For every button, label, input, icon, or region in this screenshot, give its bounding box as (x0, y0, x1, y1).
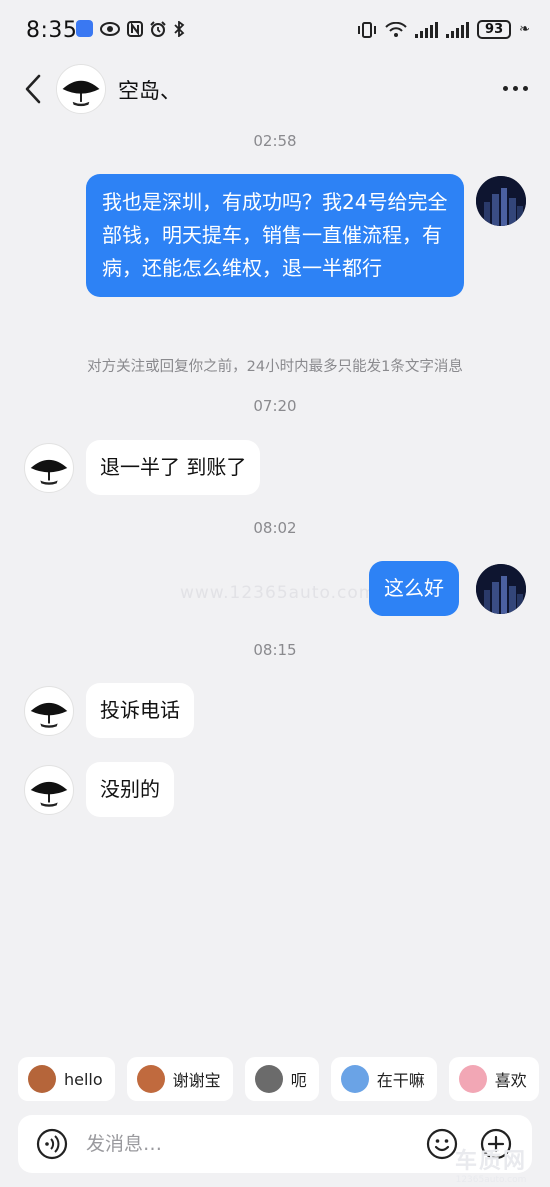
contact-avatar[interactable] (24, 686, 74, 736)
wifi-icon (385, 21, 407, 37)
voice-icon[interactable] (36, 1128, 68, 1160)
incoming-message[interactable]: 没别的 (86, 762, 174, 817)
message-input[interactable] (86, 1115, 416, 1173)
my-avatar[interactable] (476, 176, 526, 226)
site-watermark: www.12365auto.com (180, 583, 377, 603)
timestamp: 07:20 (253, 397, 297, 415)
quick-reply-chip[interactable]: 喜欢 (448, 1057, 539, 1101)
nfc-icon (127, 20, 143, 37)
bluetooth-icon (174, 20, 185, 37)
message-limit-notice: 对方关注或回复你之前，24小时内最多只能发1条文字消息 (87, 359, 463, 375)
contact-avatar[interactable] (56, 64, 106, 114)
outgoing-message[interactable]: 这么好 (369, 561, 459, 616)
contact-name[interactable]: 空岛、 (118, 75, 181, 105)
outgoing-message[interactable]: 我也是深圳，有成功吗？我24号给完全部钱，明天提车，销售一直催流程，有病，还能怎… (86, 174, 464, 297)
quick-reply-chip[interactable]: 呃 (244, 1057, 319, 1101)
incoming-message[interactable]: 投诉电话 (86, 683, 194, 738)
contact-avatar[interactable] (24, 765, 74, 815)
monkey-emoji-icon (28, 1065, 56, 1093)
quick-reply-label: 喜欢 (494, 1071, 527, 1090)
quick-reply-chip[interactable]: 在干嘛 (330, 1057, 437, 1101)
alarm-icon (150, 20, 166, 37)
contact-avatar[interactable] (24, 443, 74, 493)
chat-header: 空岛、 (0, 62, 550, 116)
timestamp: 08:02 (253, 519, 297, 537)
my-avatar[interactable] (476, 564, 526, 614)
leaf-icon: ❧ (519, 22, 530, 37)
smiley-icon[interactable] (426, 1128, 458, 1160)
status-bar: 8:35 93 ❧ (0, 0, 550, 62)
battery-indicator: 93 (477, 20, 512, 39)
chevron-left-icon[interactable] (22, 72, 44, 106)
status-time: 8:35 (26, 18, 78, 43)
quick-reply-bar: hello 谢谢宝 呃 在干嘛 喜欢 (18, 1057, 550, 1101)
quick-reply-chip[interactable]: hello (18, 1057, 115, 1101)
signal-icon (446, 21, 470, 38)
quick-reply-label: 谢谢宝 (172, 1071, 221, 1090)
monkey-flower-emoji-icon (136, 1065, 165, 1093)
app-badge-icon (76, 20, 93, 37)
vibrate-icon (358, 21, 377, 38)
quick-reply-chip[interactable]: 谢谢宝 (126, 1057, 233, 1101)
cat-emoji-icon (254, 1065, 283, 1093)
eye-icon (100, 21, 120, 36)
signal-icon (415, 21, 439, 38)
quick-reply-label: hello (64, 1069, 103, 1089)
more-dots-icon[interactable] (503, 86, 528, 91)
timestamp: 02:58 (253, 132, 297, 150)
site-logo-watermark: 车质网 12365auto.com (455, 1149, 528, 1185)
incoming-message[interactable]: 退一半了 到账了 (86, 440, 261, 495)
rabbit-emoji-icon (340, 1065, 369, 1093)
quick-reply-label: 呃 (290, 1071, 307, 1090)
pig-emoji-icon (458, 1065, 487, 1093)
quick-reply-label: 在干嘛 (376, 1071, 425, 1090)
timestamp: 08:15 (253, 641, 297, 659)
